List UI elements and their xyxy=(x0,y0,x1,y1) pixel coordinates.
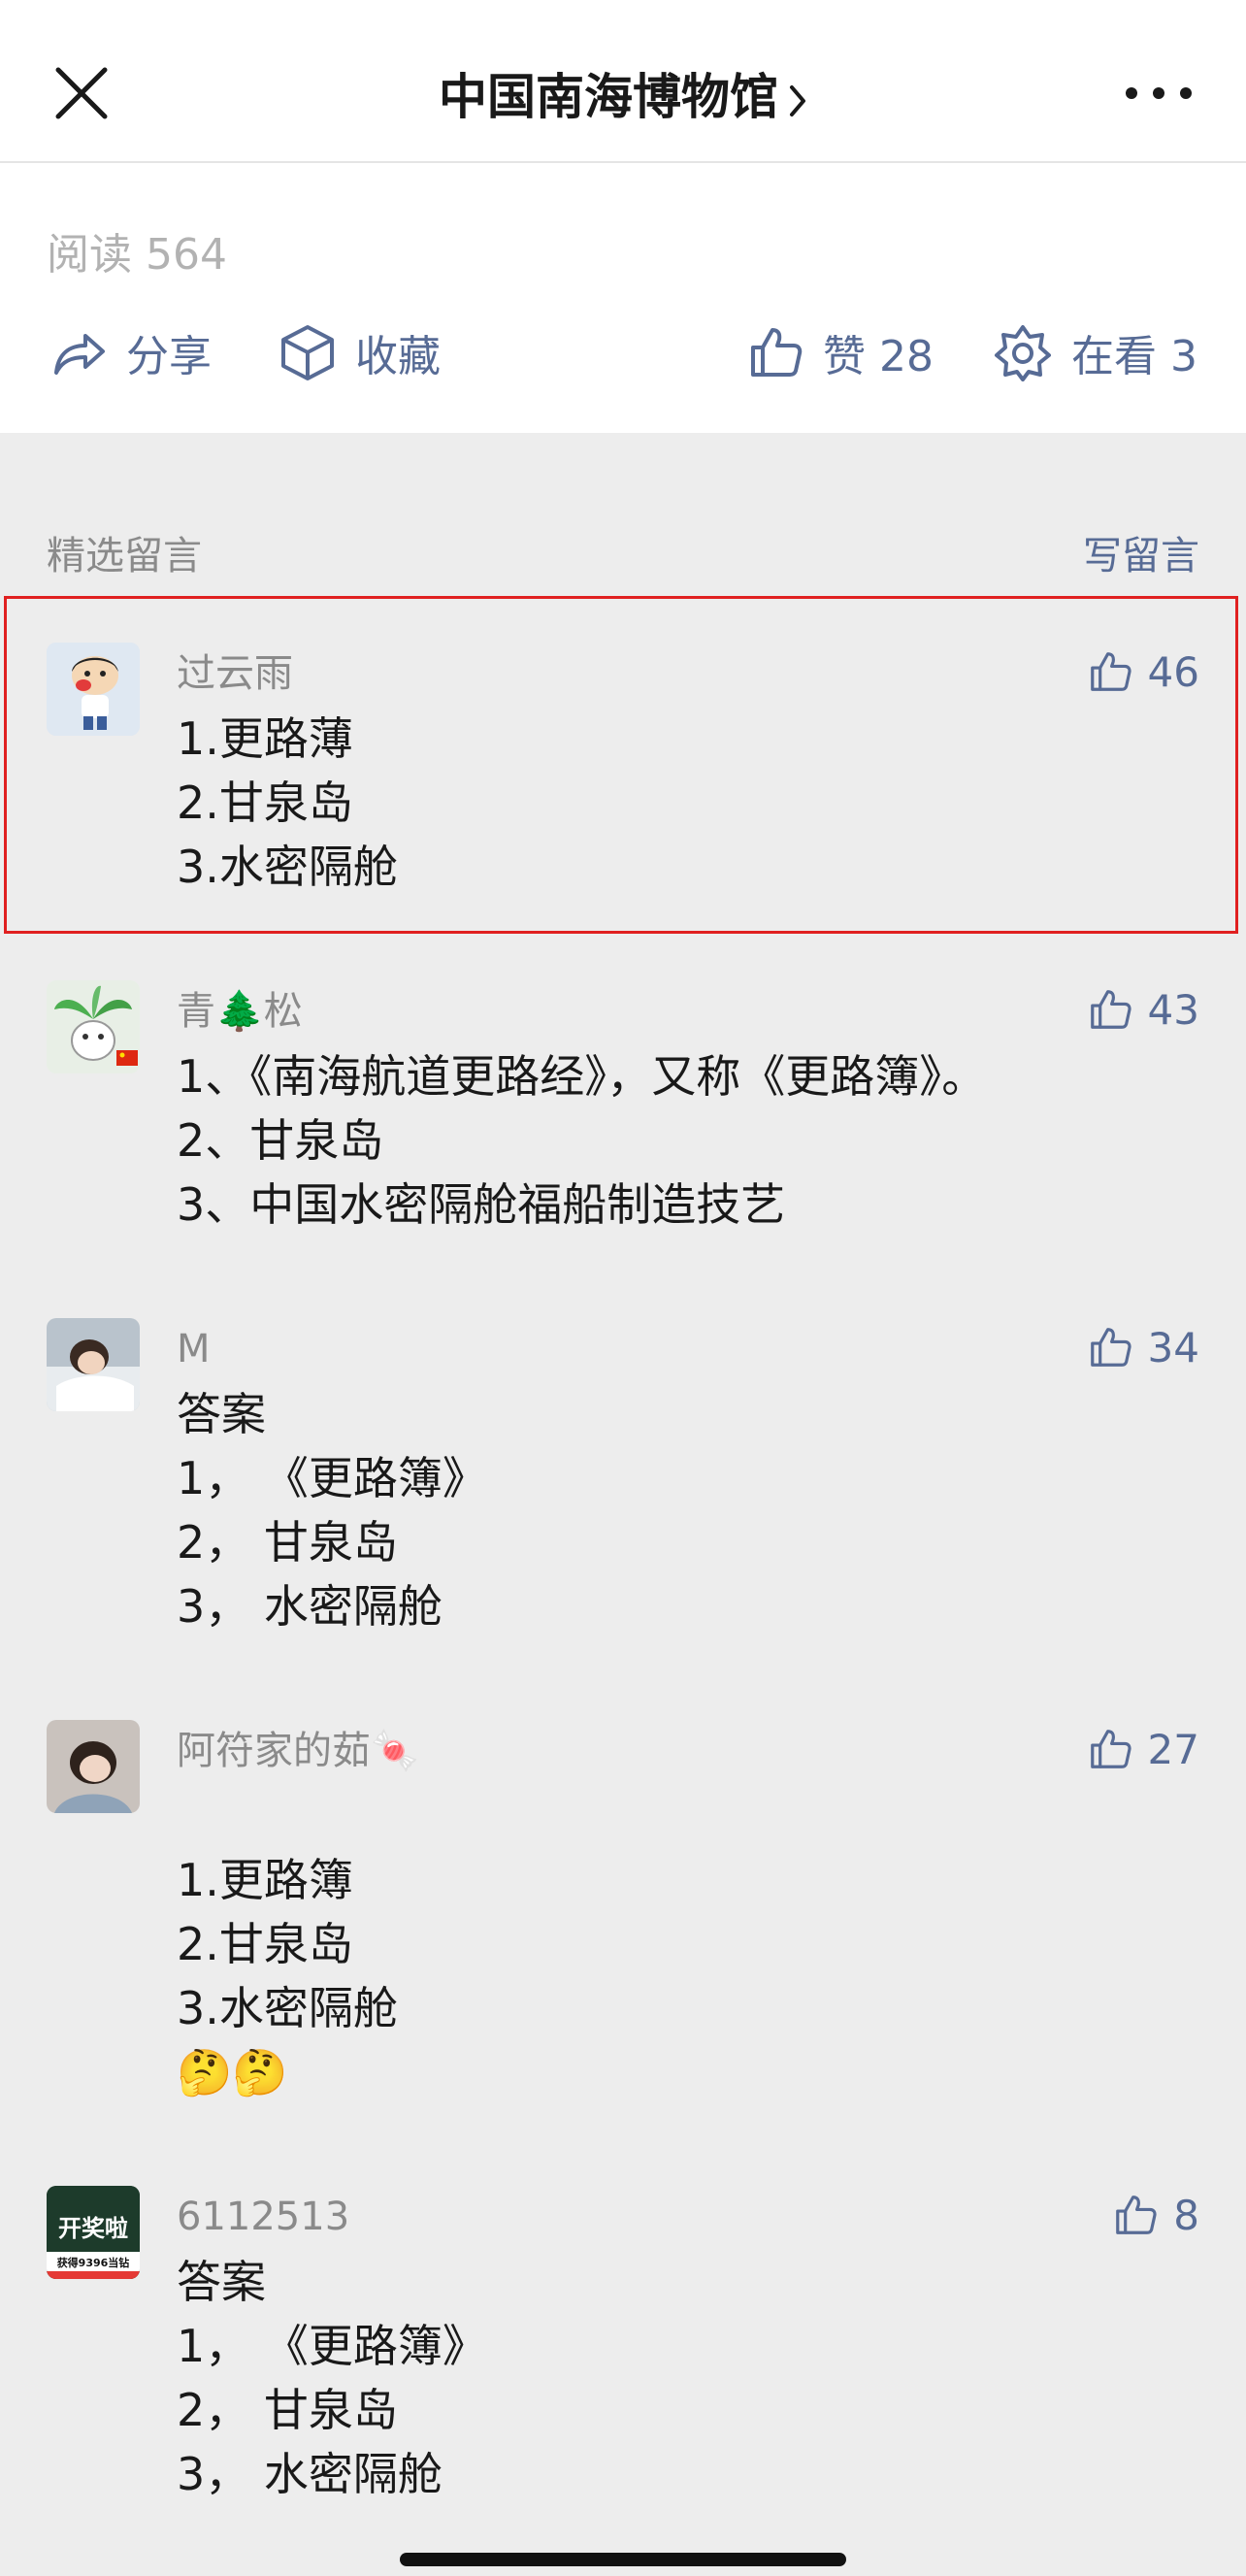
thumbs-up-icon xyxy=(1090,652,1131,691)
comment-like-button[interactable]: 46 xyxy=(1088,643,1199,701)
like-label: 赞 28 xyxy=(823,332,934,381)
share-button[interactable]: 分享 xyxy=(50,318,212,386)
chevron-right-icon xyxy=(790,84,805,116)
comment-line: 3、中国水密隔舱福船制造技艺 xyxy=(177,1178,786,1231)
comment-line: 3.水密隔舱 xyxy=(177,841,398,893)
commenter-name[interactable]: M xyxy=(177,1320,211,1378)
thumbs-up-icon xyxy=(1090,1730,1131,1768)
avatar[interactable] xyxy=(47,1318,140,1411)
commenter-name[interactable]: 过云雨 xyxy=(177,644,293,703)
comment-body: 答案 1， 《更路簿》 2， 甘泉岛 3， 水密隔舱 xyxy=(177,1382,487,1638)
comment-line: 2， 甘泉岛 xyxy=(177,1516,398,1569)
avatar-caption-top: 开奖啦 xyxy=(58,2215,128,2242)
article-actions-panel: 阅读 564 分享 收藏 赞 28 在看 3 xyxy=(0,163,1246,433)
cartoon-boy-icon xyxy=(47,643,140,736)
comment-line: 🤔🤔 xyxy=(177,2046,288,2098)
comment-like-count: 8 xyxy=(1173,2191,1199,2239)
comment-line: 3， 水密隔舱 xyxy=(177,1580,443,1633)
watching-label: 在看 3 xyxy=(1071,332,1197,381)
share-icon xyxy=(54,334,105,375)
share-label: 分享 xyxy=(126,332,212,381)
comment-body: 1.更路薄 2.甘泉岛 3.水密隔舱 xyxy=(177,707,398,899)
comments-header: 精选留言 写留言 xyxy=(47,524,1199,582)
featured-comments-title: 精选留言 xyxy=(47,534,202,578)
commenter-name[interactable]: 青🌲松 xyxy=(177,982,303,1040)
thumbs-up-icon xyxy=(1090,990,1131,1029)
comment-like-count: 46 xyxy=(1147,647,1199,696)
comment-body: 1.更路簿 2.甘泉岛 3.水密隔舱 🤔🤔 xyxy=(177,1848,398,2104)
comment-like-button[interactable]: 8 xyxy=(1113,2186,1199,2244)
comment-line: 3.水密隔舱 xyxy=(177,1982,398,2034)
person-photo-icon xyxy=(47,1318,140,1411)
comment-line: 2， 甘泉岛 xyxy=(177,2384,398,2436)
plant-character-icon xyxy=(47,980,140,1073)
avatar[interactable]: 开奖啦 获得9396当钻 xyxy=(47,2186,140,2279)
more-options-icon[interactable] xyxy=(1120,82,1197,105)
prize-banner-icon: 开奖啦 获得9396当钻 xyxy=(47,2186,140,2279)
comment-like-button[interactable]: 34 xyxy=(1088,1318,1199,1376)
comment-line: 1.更路簿 xyxy=(177,1854,353,1906)
comment-line: 2.甘泉岛 xyxy=(177,776,353,829)
page-title: 中国南海博物馆 xyxy=(439,69,778,125)
comment-line: 答案 xyxy=(177,2256,266,2308)
comment-like-count: 34 xyxy=(1147,1323,1199,1371)
favorite-label: 收藏 xyxy=(355,332,441,381)
star-badge-icon xyxy=(995,325,1051,381)
comment-line: 1、《南海航道更路经》，又称《更路簿》。 xyxy=(177,1050,987,1103)
comment-line: 1， 《更路簿》 xyxy=(177,1452,487,1504)
thumbs-up-icon xyxy=(1116,2196,1157,2234)
comment-body: 答案 1， 《更路簿》 2， 甘泉岛 3， 水密隔舱 xyxy=(177,2250,487,2506)
comment-like-count: 43 xyxy=(1147,985,1199,1034)
favorite-button[interactable]: 收藏 xyxy=(279,318,441,386)
comment-line: 1.更路薄 xyxy=(177,712,353,765)
avatar[interactable] xyxy=(47,980,140,1073)
comment-line: 3， 水密隔舱 xyxy=(177,2448,443,2500)
comment-body: 1、《南海航道更路经》，又称《更路簿》。 2、甘泉岛 3、中国水密隔舱福船制造技… xyxy=(177,1044,986,1237)
comment-line: 答案 xyxy=(177,1388,266,1440)
comment-line: 1， 《更路簿》 xyxy=(177,2320,487,2372)
cube-icon xyxy=(281,325,334,380)
home-indicator[interactable] xyxy=(400,2553,846,2566)
account-title-link[interactable]: 中国南海博物馆 xyxy=(0,68,1246,126)
watching-button[interactable]: 在看 3 xyxy=(994,318,1197,386)
comment-line: 2.甘泉岛 xyxy=(177,1918,353,1970)
avatar-caption-bottom: 获得9396当钻 xyxy=(57,2256,130,2269)
comment-like-button[interactable]: 43 xyxy=(1088,980,1199,1039)
read-count: 阅读 564 xyxy=(47,230,227,280)
avatar[interactable] xyxy=(47,1720,140,1813)
commenter-name[interactable]: 6112513 xyxy=(177,2188,349,2246)
comment-like-count: 27 xyxy=(1147,1725,1199,1773)
thumbs-up-icon xyxy=(751,328,803,377)
thumbs-up-icon xyxy=(1090,1328,1131,1367)
comment-like-button[interactable]: 27 xyxy=(1088,1720,1199,1778)
write-comment-link[interactable]: 写留言 xyxy=(1083,524,1199,580)
commenter-name[interactable]: 阿符家的茹🍬 xyxy=(177,1722,419,1780)
avatar[interactable] xyxy=(47,643,140,736)
like-button[interactable]: 赞 28 xyxy=(747,318,934,386)
person-photo-icon xyxy=(47,1720,140,1813)
comment-line: 2、甘泉岛 xyxy=(177,1114,384,1167)
top-nav-bar: 中国南海博物馆 xyxy=(0,0,1246,163)
